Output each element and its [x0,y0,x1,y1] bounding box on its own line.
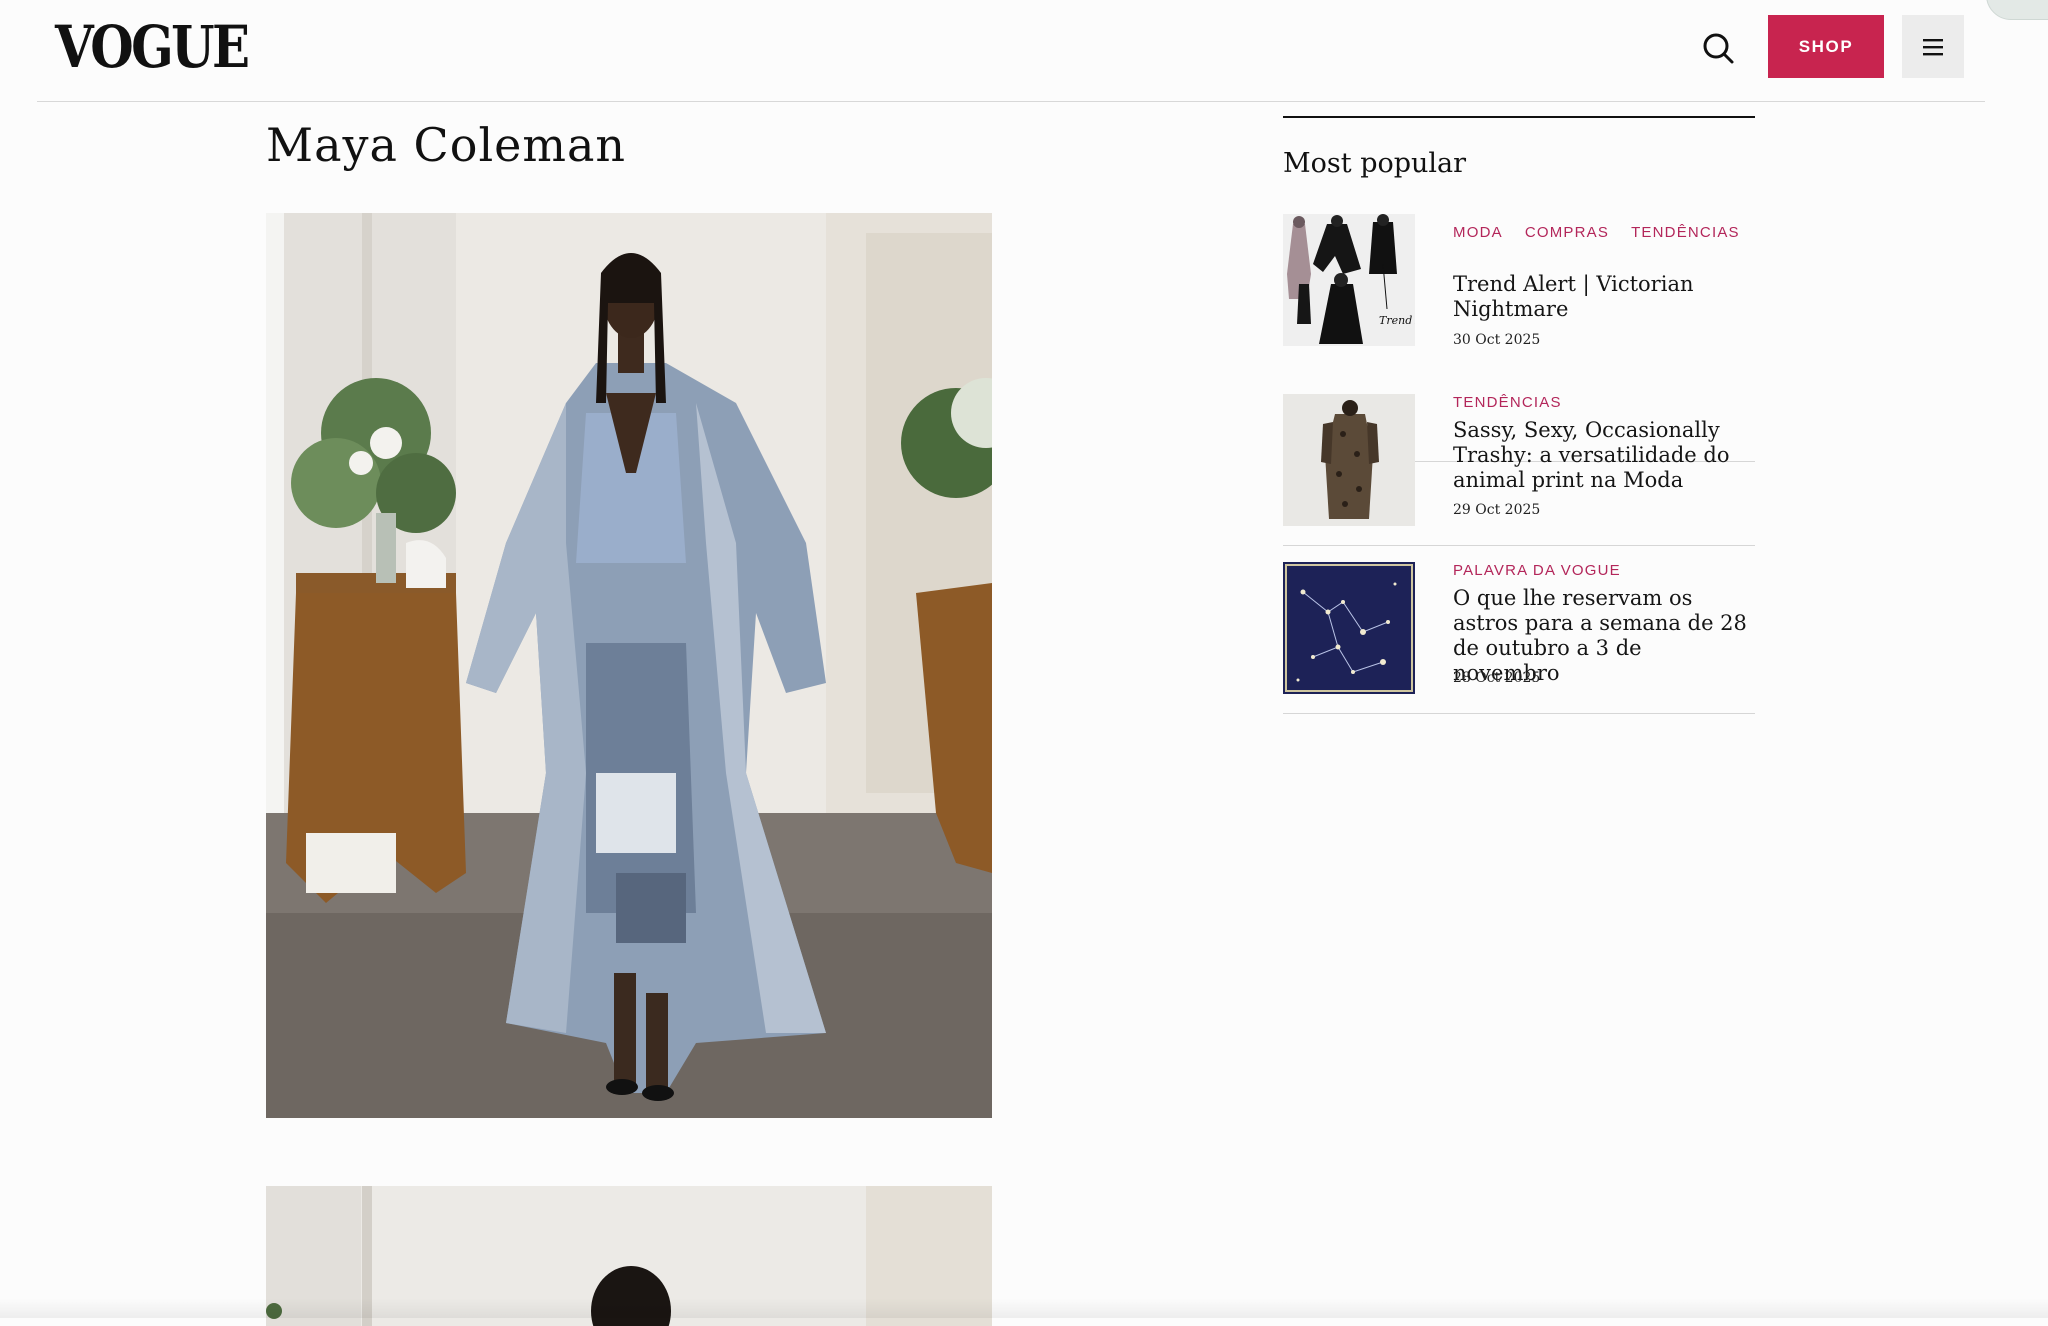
popular-item-headline[interactable]: Trend Alert | Victorian Nightmare [1453,272,1753,322]
most-popular-sidebar: Most popular Trend Alert MODA COMPRAS T [1283,116,1755,714]
most-popular-title: Most popular [1283,148,1467,179]
tag-palavra-da-vogue[interactable]: PALAVRA DA VOGUE [1453,562,1621,579]
popular-item-date: 30 Oct 2025 [1453,332,1541,348]
search-icon [1703,33,1734,64]
tag-compras[interactable]: COMPRAS [1525,224,1609,241]
search-button[interactable] [1697,26,1741,70]
trend-alert-thumbnail-image: Trend Alert [1283,214,1415,346]
popular-item-tags: MODA COMPRAS TENDÊNCIAS [1453,224,1762,241]
trend-alert-thumb-text: Trend Alert [1379,314,1415,327]
popular-item-headline[interactable]: Sassy, Sexy, Occasionally Trashy: a vers… [1453,418,1753,493]
shop-button[interactable]: SHOP [1768,15,1884,78]
tag-tendencias[interactable]: TENDÊNCIAS [1631,224,1740,241]
hamburger-icon [1923,38,1943,55]
popular-item[interactable]: TENDÊNCIAS Sassy, Sexy, Occasionally Tra… [1283,378,1755,546]
popular-item-date: 29 Oct 2025 [1453,502,1541,518]
popular-item-thumbnail[interactable] [1283,394,1415,526]
vogue-logo[interactable]: VOGUE [55,18,250,76]
runway-photo-image [266,213,992,1118]
corner-widget[interactable] [1986,0,2048,20]
tag-moda[interactable]: MODA [1453,224,1503,241]
popular-item[interactable]: PALAVRA DA VOGUE O que lhe reservam os a… [1283,546,1755,714]
popular-item-thumbnail[interactable] [1283,562,1415,694]
popular-item-date: 28 Oct 2025 [1453,670,1541,686]
site-header: VOGUE SHOP [37,0,1985,102]
astrology-thumbnail-image [1283,562,1415,694]
popular-item-tags: TENDÊNCIAS [1453,394,1584,411]
menu-button[interactable] [1902,15,1964,78]
tag-tendencias[interactable]: TENDÊNCIAS [1453,394,1562,411]
animal-print-thumbnail-image [1283,394,1415,526]
runway-photo[interactable] [266,213,992,1118]
popular-item-tags: PALAVRA DA VOGUE [1453,562,1643,579]
popular-item-thumbnail[interactable]: Trend Alert [1283,214,1415,346]
page-title: Maya Coleman [266,118,627,172]
bottom-scroll-shadow [0,1298,2048,1318]
